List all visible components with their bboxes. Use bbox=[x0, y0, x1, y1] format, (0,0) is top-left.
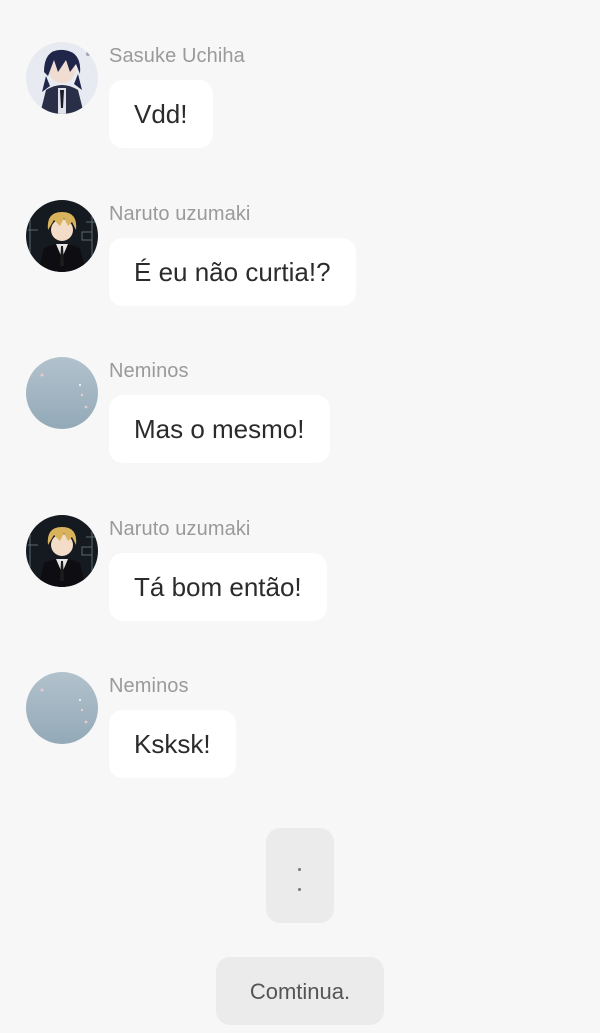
author-name: Naruto uzumaki bbox=[109, 203, 251, 225]
naruto-avatar[interactable] bbox=[26, 515, 98, 587]
neminos-avatar[interactable] bbox=[26, 357, 98, 429]
author-name: Sasuke Uchiha bbox=[109, 45, 245, 67]
continue-button[interactable]: Comtinua. bbox=[216, 957, 384, 1025]
sasuke-avatar[interactable] bbox=[26, 42, 98, 114]
author-name: Neminos bbox=[109, 360, 189, 382]
neminos-avatar[interactable] bbox=[26, 672, 98, 744]
message-bubble: É eu não curtia!? bbox=[109, 238, 356, 306]
naruto-avatar[interactable] bbox=[26, 200, 98, 272]
message-bubble: Ksksk! bbox=[109, 710, 236, 778]
ellipsis-dot bbox=[298, 888, 301, 891]
message-bubble: Mas o mesmo! bbox=[109, 395, 330, 463]
message-bubble: Tá bom então! bbox=[109, 553, 327, 621]
author-name: Naruto uzumaki bbox=[109, 518, 251, 540]
message-bubble: Vdd! bbox=[109, 80, 213, 148]
author-name: Neminos bbox=[109, 675, 189, 697]
ellipsis-box bbox=[266, 828, 334, 923]
ellipsis-dot bbox=[298, 868, 301, 871]
